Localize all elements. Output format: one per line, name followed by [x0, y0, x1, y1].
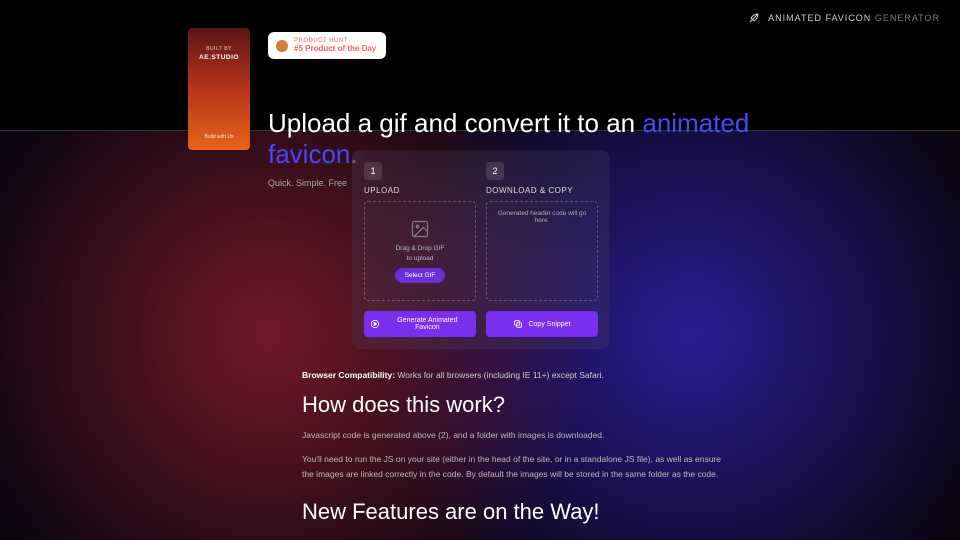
step-1-number: 1: [364, 162, 382, 180]
drop-text: Drag & Drop GIFto upload: [396, 244, 445, 262]
built-by-brand: AE.STUDIO: [199, 54, 239, 61]
build-with-us-link[interactable]: Build with Us: [205, 134, 234, 140]
step-2-number: 2: [486, 162, 504, 180]
built-by-card[interactable]: BUILT BY AE.STUDIO Build with Us: [188, 28, 250, 150]
feather-icon: [748, 12, 760, 24]
uploader-panel: 1 UPLOAD Drag & Drop GIFto upload Select…: [352, 150, 610, 349]
compat-label: Browser Compatibility:: [302, 370, 395, 380]
how-heading: How does this work?: [302, 392, 722, 418]
step-2-label: DOWNLOAD & COPY: [486, 186, 598, 195]
compat-text: Works for all browsers (including IE 11+…: [395, 370, 604, 380]
copy-snippet-button[interactable]: Copy Snippet: [486, 311, 598, 337]
generate-button-label: Generate Animated Favicon: [385, 317, 470, 331]
step-1-label: UPLOAD: [364, 186, 476, 195]
step-1-column: 1 UPLOAD Drag & Drop GIFto upload Select…: [364, 162, 476, 301]
copy-button-label: Copy Snippet: [528, 321, 570, 328]
copy-icon: [513, 319, 523, 329]
brand-text-left: ANIMATED FAVICON: [768, 13, 871, 23]
step-2-column: 2 DOWNLOAD & COPY Generated header code …: [486, 162, 598, 301]
header-brand: ANIMATED FAVICON GENERATOR: [748, 12, 940, 24]
generate-button[interactable]: Generate Animated Favicon: [364, 311, 476, 337]
hero-title-before: Upload a gif and convert it to an: [268, 108, 642, 138]
new-features-heading: New Features are on the Way!: [302, 499, 722, 525]
brand-text-right: GENERATOR: [875, 13, 940, 23]
built-by-label: BUILT BY: [199, 46, 239, 52]
drop-area[interactable]: Drag & Drop GIFto upload Select GIF: [364, 201, 476, 301]
product-hunt-badge[interactable]: PRODUCT HUNT #5 Product of the Day: [268, 32, 386, 59]
how-paragraph-2: You'll need to run the JS on your site (…: [302, 452, 722, 481]
browser-compatibility: Browser Compatibility: Works for all bro…: [302, 370, 722, 380]
product-hunt-rank: #5 Product of the Day: [294, 44, 376, 53]
select-gif-button[interactable]: Select GIF: [395, 268, 446, 283]
how-paragraph-1: Javascript code is generated above (2), …: [302, 428, 722, 442]
play-circle-icon: [370, 319, 380, 329]
code-output-area: Generated header code will go here.: [486, 201, 598, 301]
image-icon: [410, 219, 430, 239]
medal-icon: [276, 40, 288, 52]
